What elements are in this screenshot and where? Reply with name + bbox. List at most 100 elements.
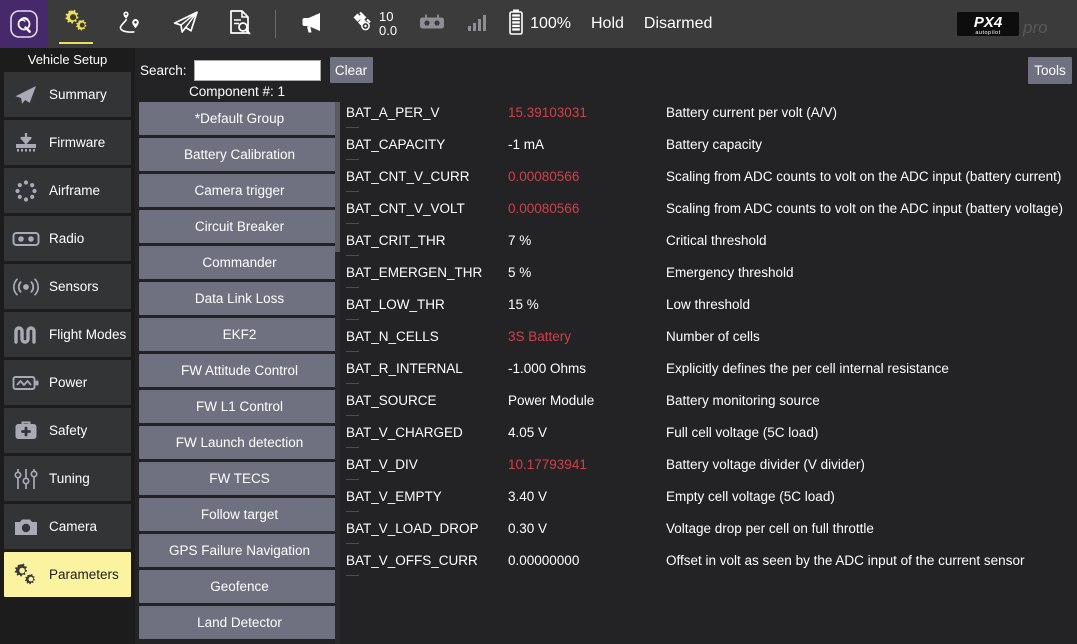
group-item[interactable]: EKF2 bbox=[139, 318, 340, 351]
parameter-value[interactable]: 15.39103031 bbox=[508, 105, 666, 120]
search-input[interactable] bbox=[194, 60, 321, 81]
sidebar-item-label: Tuning bbox=[49, 471, 90, 486]
parameter-value[interactable]: 0.30 V bbox=[508, 521, 666, 536]
group-item[interactable]: *Default Group bbox=[139, 102, 340, 135]
parameter-value[interactable]: 15 % bbox=[508, 297, 666, 312]
arm-state-button[interactable]: Disarmed bbox=[634, 0, 722, 48]
group-list-scrollbar[interactable] bbox=[335, 102, 340, 644]
parameter-value[interactable]: 0.00080566 bbox=[508, 201, 666, 216]
table-row[interactable]: BAT_R_INTERNAL -1.000 Ohms Explicitly de… bbox=[343, 352, 1077, 384]
parameter-name: BAT_CRIT_THR bbox=[343, 233, 508, 248]
sidebar-item-camera[interactable]: Camera bbox=[4, 504, 131, 549]
parameter-value[interactable]: 10.17793941 bbox=[508, 457, 666, 472]
toolbar-button-analyze-view[interactable] bbox=[214, 0, 266, 48]
table-row[interactable]: BAT_CNT_V_VOLT 0.00080566 Scaling from A… bbox=[343, 192, 1077, 224]
group-item[interactable]: FW TECS bbox=[139, 462, 340, 495]
megaphone-icon bbox=[298, 9, 326, 40]
sidebar-item-summary[interactable]: Summary bbox=[4, 72, 131, 117]
camera-icon bbox=[12, 513, 40, 541]
svg-text:autopilot: autopilot bbox=[975, 30, 1000, 36]
parameter-group-list[interactable]: *Default Group Battery Calibration Camer… bbox=[139, 102, 340, 644]
parameter-value[interactable]: 4.05 V bbox=[508, 425, 666, 440]
parameter-name: BAT_EMERGEN_THR bbox=[343, 265, 508, 280]
toolbar-button-plan-view[interactable] bbox=[104, 0, 158, 48]
sidebar-item-radio[interactable]: Radio bbox=[4, 216, 131, 261]
table-row[interactable]: BAT_EMERGEN_THR 5 % Emergency threshold bbox=[343, 256, 1077, 288]
group-item[interactable]: Land Detector bbox=[139, 606, 340, 639]
table-row[interactable]: BAT_CAPACITY -1 mA Battery capacity bbox=[343, 128, 1077, 160]
group-item[interactable]: Follow target bbox=[139, 498, 340, 531]
battery-status[interactable]: 100% bbox=[497, 0, 581, 48]
group-list-scrollbar-thumb[interactable] bbox=[335, 102, 340, 252]
table-row[interactable]: BAT_A_PER_V 15.39103031 Battery current … bbox=[343, 96, 1077, 128]
group-item[interactable]: Circuit Breaker bbox=[139, 210, 340, 243]
rc-status[interactable] bbox=[407, 0, 457, 48]
toolbar-button-vehicle-setup[interactable] bbox=[48, 0, 104, 48]
sidebar-item-flight-modes[interactable]: Flight Modes bbox=[4, 312, 131, 357]
sidebar-item-airframe[interactable]: Airframe bbox=[4, 168, 131, 213]
flight-mode-selector[interactable]: Hold bbox=[581, 0, 634, 48]
sidebar-item-firmware[interactable]: Firmware bbox=[4, 120, 131, 165]
satellite-icon bbox=[349, 9, 375, 40]
sidebar-item-label: Firmware bbox=[49, 135, 105, 150]
parameter-value[interactable]: 5 % bbox=[508, 265, 666, 280]
qgc-logo-icon[interactable] bbox=[0, 0, 48, 48]
table-row[interactable]: BAT_CNT_V_CURR 0.00080566 Scaling from A… bbox=[343, 160, 1077, 192]
svg-text:pro: pro bbox=[1022, 18, 1048, 37]
parameter-description: Empty cell voltage (5C load) bbox=[666, 489, 1077, 504]
table-row[interactable]: BAT_LOW_THR 15 % Low threshold bbox=[343, 288, 1077, 320]
parameter-name: BAT_V_EMPTY bbox=[343, 489, 508, 504]
table-row[interactable]: BAT_CRIT_THR 7 % Critical threshold bbox=[343, 224, 1077, 256]
table-row[interactable]: BAT_V_OFFS_CURR 0.00000000 Offset in vol… bbox=[343, 544, 1077, 576]
group-item[interactable]: GPS Failure Navigation bbox=[139, 534, 340, 567]
table-row[interactable]: BAT_V_DIV 10.17793941 Battery voltage di… bbox=[343, 448, 1077, 480]
gps-status[interactable]: 10 0.0 bbox=[339, 0, 407, 48]
radio-icon bbox=[12, 225, 40, 253]
group-item[interactable]: FW Attitude Control bbox=[139, 354, 340, 387]
parameter-value[interactable]: 7 % bbox=[508, 233, 666, 248]
clear-search-button[interactable]: Clear bbox=[330, 57, 373, 83]
parameter-value[interactable]: 0.00080566 bbox=[508, 169, 666, 184]
toolbar-button-messages[interactable] bbox=[285, 0, 339, 48]
parameter-description: Low threshold bbox=[666, 297, 1077, 312]
parameters-icon bbox=[12, 561, 40, 589]
sidebar-item-safety[interactable]: Safety bbox=[4, 408, 131, 453]
parameter-table[interactable]: BAT_A_PER_V 15.39103031 Battery current … bbox=[343, 96, 1077, 644]
table-row[interactable]: BAT_V_LOAD_DROP 0.30 V Voltage drop per … bbox=[343, 512, 1077, 544]
parameter-description: Number of cells bbox=[666, 329, 1077, 344]
main-toolbar: 10 0.0 bbox=[0, 0, 1077, 48]
plan-route-icon bbox=[117, 8, 145, 41]
px4-pro-logo: PX4 autopilot pro bbox=[957, 9, 1065, 39]
parameter-value[interactable]: 3S Battery bbox=[508, 329, 666, 344]
battery-percent-label: 100% bbox=[530, 15, 571, 33]
parameter-value[interactable]: 0.00000000 bbox=[508, 553, 666, 568]
sidebar-item-power[interactable]: Power bbox=[4, 360, 131, 405]
sidebar-item-sensors[interactable]: Sensors bbox=[4, 264, 131, 309]
sidebar-item-parameters[interactable]: Parameters bbox=[4, 552, 131, 597]
parameter-value[interactable]: -1.000 Ohms bbox=[508, 361, 666, 376]
power-icon bbox=[12, 369, 40, 397]
telemetry-status[interactable] bbox=[457, 0, 497, 48]
table-row[interactable]: BAT_V_CHARGED 4.05 V Full cell voltage (… bbox=[343, 416, 1077, 448]
parameter-value[interactable]: -1 mA bbox=[508, 137, 666, 152]
table-row[interactable]: BAT_V_EMPTY 3.40 V Empty cell voltage (5… bbox=[343, 480, 1077, 512]
group-item[interactable]: FW L1 Control bbox=[139, 390, 340, 423]
table-row[interactable]: BAT_N_CELLS 3S Battery Number of cells bbox=[343, 320, 1077, 352]
group-item[interactable]: FW Launch detection bbox=[139, 426, 340, 459]
parameter-description: Battery current per volt (A/V) bbox=[666, 105, 1077, 120]
sidebar-item-tuning[interactable]: Tuning bbox=[4, 456, 131, 501]
tools-button[interactable]: Tools bbox=[1028, 57, 1072, 84]
toolbar-button-fly-view[interactable] bbox=[158, 0, 214, 48]
vehicle-setup-sidebar: Vehicle Setup Summary Firmware bbox=[0, 48, 135, 644]
parameter-value[interactable]: Power Module bbox=[508, 393, 666, 408]
group-item[interactable]: Camera trigger bbox=[139, 174, 340, 207]
parameter-value[interactable]: 3.40 V bbox=[508, 489, 666, 504]
safety-icon bbox=[12, 417, 40, 445]
group-item[interactable]: Data Link Loss bbox=[139, 282, 340, 315]
group-item[interactable]: Geofence bbox=[139, 570, 340, 603]
sensors-icon bbox=[12, 273, 40, 301]
group-item[interactable]: Battery Calibration bbox=[139, 138, 340, 171]
signal-bars-icon bbox=[467, 12, 487, 37]
table-row[interactable]: BAT_SOURCE Power Module Battery monitori… bbox=[343, 384, 1077, 416]
group-item[interactable]: Commander bbox=[139, 246, 340, 279]
